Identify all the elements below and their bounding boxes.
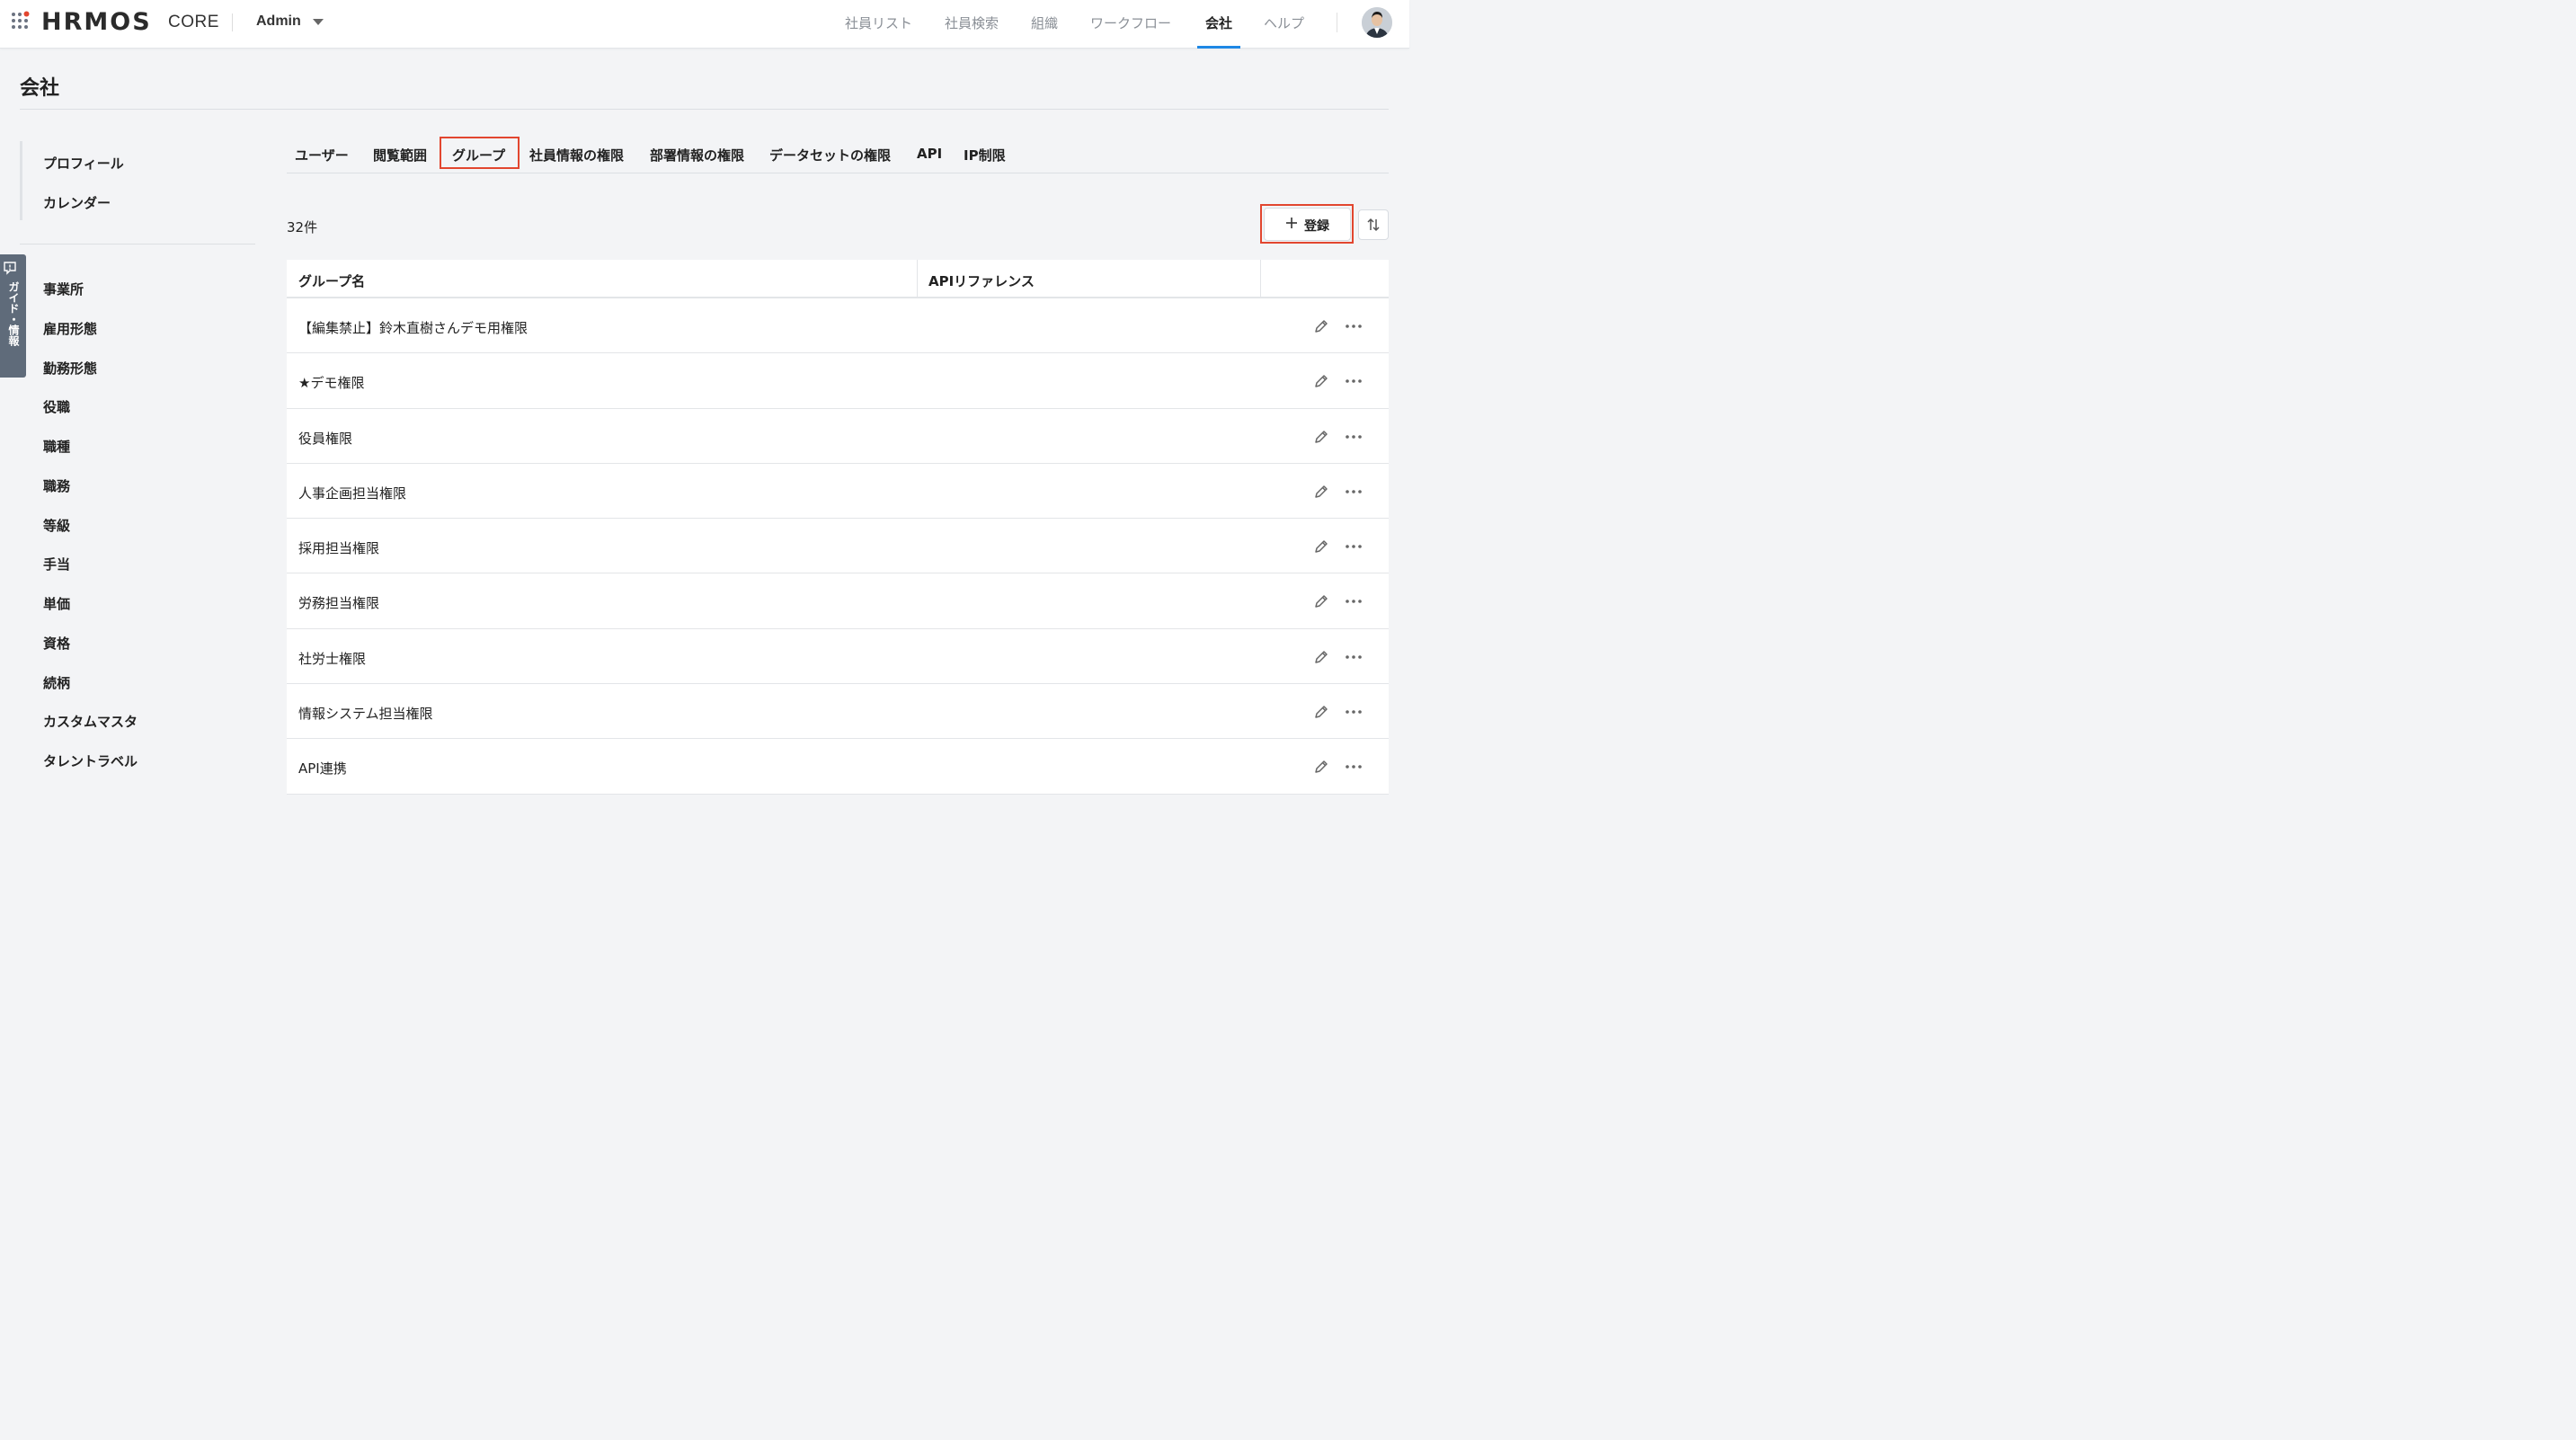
more-options-icon[interactable] <box>1344 758 1364 776</box>
user-avatar[interactable] <box>1362 7 1392 38</box>
nav-help[interactable]: ヘルプ <box>1264 13 1304 32</box>
more-options-icon[interactable] <box>1344 317 1364 335</box>
table-row[interactable]: 社労士権限 <box>287 628 1389 685</box>
feedback-icon <box>4 262 16 275</box>
more-options-icon[interactable] <box>1344 428 1364 446</box>
add-button-label: 登録 <box>1304 219 1329 234</box>
sidebar-item-duty[interactable]: 職務 <box>43 476 70 495</box>
more-options-icon[interactable] <box>1344 483 1364 501</box>
group-name-cell: ★デモ権限 <box>298 375 365 392</box>
edit-pencil-icon[interactable] <box>1312 703 1330 721</box>
tab-view-scope[interactable]: 閲覧範囲 <box>373 146 427 164</box>
more-options-icon[interactable] <box>1344 703 1364 721</box>
table-row[interactable]: 役員権限 <box>287 408 1389 464</box>
tab-users[interactable]: ユーザー <box>295 146 349 164</box>
edit-pencil-icon[interactable] <box>1312 317 1330 335</box>
group-name-cell: 【編集禁止】鈴木直樹さんデモ用権限 <box>298 320 529 336</box>
guide-info-label: ガイド・情報 <box>7 281 20 346</box>
top-header: HRMOS CORE Admin 社員リスト 社員検索 組織 ワークフロー 会社… <box>0 0 1409 49</box>
sidebar-item-profile[interactable]: プロフィール <box>43 154 124 173</box>
sidebar-item-position[interactable]: 役職 <box>43 397 70 416</box>
tab-ip-restriction[interactable]: IP制限 <box>964 146 1006 164</box>
sort-arrows-icon <box>1367 218 1380 232</box>
sidebar-section-indicator <box>20 141 22 220</box>
group-name-cell: 人事企画担当権限 <box>298 484 407 502</box>
table-row[interactable]: 採用担当権限 <box>287 519 1389 574</box>
column-header-api-code[interactable]: APIリファレンス <box>928 271 1035 290</box>
group-name-cell: 採用担当権限 <box>298 540 380 557</box>
group-name-cell: 役員権限 <box>298 430 353 447</box>
guide-info-tab[interactable]: ガイド・情報 <box>0 254 26 378</box>
group-name-cell: 労務担当権限 <box>298 595 380 612</box>
more-options-icon[interactable] <box>1344 538 1364 556</box>
sidebar-item-custom-master[interactable]: カスタムマスタ <box>43 712 138 731</box>
edit-pencil-icon[interactable] <box>1312 648 1330 666</box>
edit-pencil-icon[interactable] <box>1312 372 1330 390</box>
app-launcher-icon[interactable] <box>11 11 31 31</box>
brand-product: CORE <box>168 13 219 31</box>
nav-active-indicator <box>1197 46 1240 49</box>
table-row[interactable]: API連携 <box>287 739 1389 795</box>
plus-icon <box>1286 218 1297 228</box>
edit-pencil-icon[interactable] <box>1312 758 1330 776</box>
edit-pencil-icon[interactable] <box>1312 538 1330 556</box>
nav-organization[interactable]: 組織 <box>1031 13 1058 32</box>
groups-table: グループ名 APIリファレンス 【編集禁止】鈴木直樹さんデモ用権限 ★デモ権限役員… <box>287 260 1389 795</box>
table-row[interactable]: 人事企画担当権限 <box>287 463 1389 520</box>
nav-employee-list[interactable]: 社員リスト <box>845 13 912 32</box>
table-row[interactable]: 情報システム担当権限 <box>287 684 1389 740</box>
sidebar-item-job-type[interactable]: 職種 <box>43 437 70 456</box>
table-row[interactable]: ★デモ権限 <box>287 353 1389 409</box>
group-name-cell: 社労士権限 <box>298 650 367 667</box>
nav-employee-search[interactable]: 社員検索 <box>945 13 999 32</box>
title-divider <box>20 109 1389 110</box>
sort-button[interactable] <box>1358 209 1389 240</box>
page-title: 会社 <box>20 77 60 100</box>
tab-employee-permissions[interactable]: 社員情報の権限 <box>529 146 624 164</box>
group-name-cell: API連携 <box>298 760 347 778</box>
sidebar-item-qualification[interactable]: 資格 <box>43 634 70 653</box>
column-header-group-name[interactable]: グループ名 <box>298 271 365 290</box>
sidebar-item-grade[interactable]: 等級 <box>43 516 70 535</box>
tab-api[interactable]: API <box>917 146 942 162</box>
column-divider <box>917 260 918 298</box>
tab-dataset-permissions[interactable]: データセットの権限 <box>769 146 891 164</box>
sidebar-item-work-style[interactable]: 勤務形態 <box>43 359 97 378</box>
edit-pencil-icon[interactable] <box>1312 428 1330 446</box>
sidebar-item-relationship[interactable]: 続柄 <box>43 673 70 692</box>
more-options-icon[interactable] <box>1344 592 1364 610</box>
tab-groups-highlight <box>440 137 520 169</box>
table-header: グループ名 APIリファレンス <box>287 260 1389 298</box>
header-divider <box>232 13 233 31</box>
column-divider <box>1260 260 1261 298</box>
sidebar-item-allowance[interactable]: 手当 <box>43 555 70 573</box>
table-row[interactable]: 労務担当権限 <box>287 573 1389 629</box>
nav-company[interactable]: 会社 <box>1205 13 1232 32</box>
sidebar-item-unit-price[interactable]: 単価 <box>43 594 70 613</box>
more-options-icon[interactable] <box>1344 648 1364 666</box>
result-count: 32件 <box>287 219 318 236</box>
role-switcher-label[interactable]: Admin <box>256 13 301 30</box>
sidebar-item-office[interactable]: 事業所 <box>43 280 84 298</box>
table-row[interactable]: 【編集禁止】鈴木直樹さんデモ用権限 <box>287 298 1389 354</box>
edit-pencil-icon[interactable] <box>1312 483 1330 501</box>
brand-logo[interactable]: HRMOS <box>41 8 152 36</box>
group-name-cell: 情報システム担当権限 <box>298 706 433 723</box>
table-body: 【編集禁止】鈴木直樹さんデモ用権限 ★デモ権限役員権限人事企画担当権限 採用担当権限… <box>287 298 1389 795</box>
edit-pencil-icon[interactable] <box>1312 592 1330 610</box>
more-options-icon[interactable] <box>1344 372 1364 390</box>
sidebar-item-calendar[interactable]: カレンダー <box>43 193 111 212</box>
tab-department-permissions[interactable]: 部署情報の権限 <box>650 146 744 164</box>
nav-workflow[interactable]: ワークフロー <box>1090 13 1171 32</box>
sidebar-item-talent-label[interactable]: タレントラベル <box>43 751 138 770</box>
sidebar-item-employment-type[interactable]: 雇用形態 <box>43 319 97 338</box>
chevron-down-icon[interactable] <box>313 19 324 25</box>
add-group-button[interactable]: 登録 <box>1264 208 1351 241</box>
